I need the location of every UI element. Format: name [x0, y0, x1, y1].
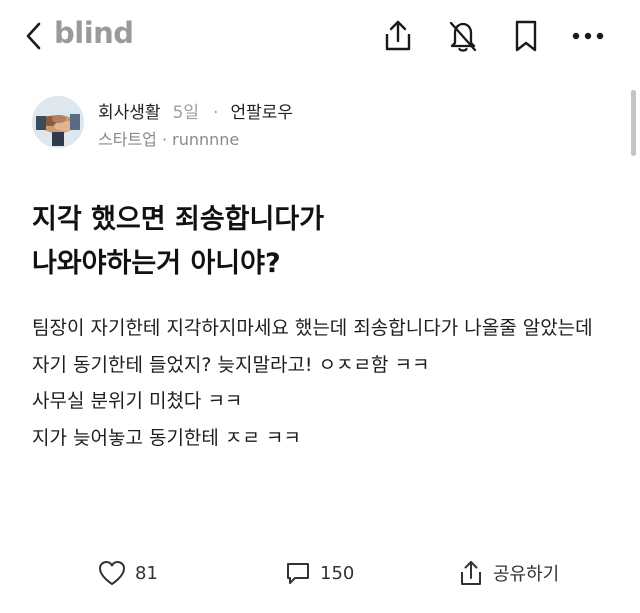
author-company: 스타트업 · runnnne — [98, 130, 240, 149]
back-chevron-icon[interactable] — [22, 20, 46, 52]
share-icon[interactable] — [381, 18, 415, 54]
bookmark-icon[interactable] — [509, 18, 543, 54]
post-title-line: 지각 했으면 죄송합니다가 — [32, 204, 325, 235]
like-button[interactable]: 81 — [97, 555, 158, 591]
separator-dot: · — [213, 103, 219, 123]
comment-button[interactable]: 150 — [284, 555, 354, 591]
like-count: 81 — [135, 562, 158, 584]
comment-icon — [287, 563, 309, 584]
share-post-button[interactable]: 공유하기 — [457, 555, 559, 591]
unfollow-button[interactable]: 언팔로우 — [230, 103, 293, 123]
comment-count: 150 — [320, 562, 355, 584]
post-title-line: 나와야하는거 아니야? — [32, 248, 281, 279]
bell-off-icon[interactable] — [446, 18, 480, 54]
app-logo[interactable]: blind — [54, 16, 134, 50]
post-body-line: 자기 동기한테 들었지? 늦지말라고! ㅇㅈㄹ함 ㅋㅋ — [32, 353, 430, 376]
post-actions: 81 150 공유하기 — [0, 555, 640, 591]
post-title: 지각 했으면 죄송합니다가 나와야하는거 아니야? — [32, 198, 622, 286]
avatar[interactable] — [32, 96, 84, 148]
post-body: 팀장이 자기한테 지각하지마세요 했는데 죄송합니다가 나올줄 알았는데 자기 … — [32, 310, 630, 456]
author-meta: 회사생활 5일 · 언팔로우 — [98, 98, 293, 123]
post-time: 5일 — [172, 103, 200, 123]
share-icon — [461, 561, 481, 585]
scrollbar-thumb[interactable] — [631, 90, 636, 156]
board-name[interactable]: 회사생활 — [98, 103, 161, 123]
top-bar: blind — [0, 0, 640, 72]
share-label: 공유하기 — [493, 564, 560, 585]
post-body-line: 사무실 분위기 미쳤다 ㅋㅋ — [32, 390, 243, 412]
post-body-line: 지가 늦어놓고 동기한테 ㅈㄹ ㅋㅋ — [32, 426, 301, 449]
post-body-line: 팀장이 자기한테 지각하지마세요 했는데 죄송합니다가 나올줄 알았는데 — [32, 317, 593, 339]
heart-icon — [99, 561, 125, 585]
more-icon[interactable] — [568, 18, 608, 54]
